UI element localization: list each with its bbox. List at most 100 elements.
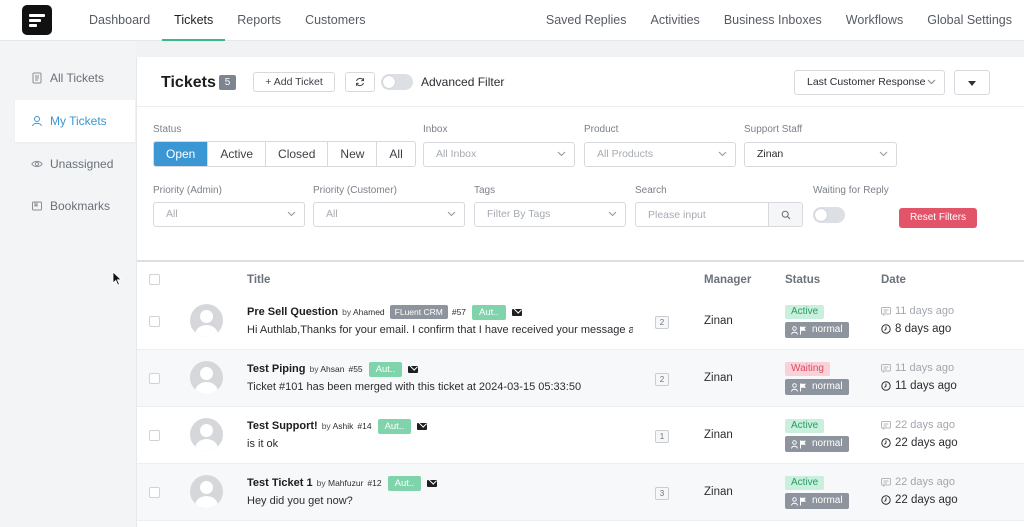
inbox-select-value: All Inbox [436,148,477,160]
priority-badge: normal [785,436,849,452]
nav-activities[interactable]: Activities [638,0,711,41]
row-checkbox[interactable] [149,316,160,327]
avatar [190,304,223,337]
advanced-filter-toggle[interactable] [381,74,413,90]
reply-count-badge: 2 [655,316,669,329]
support-staff-select[interactable]: Zinan [744,142,897,167]
inbox-select[interactable]: All Inbox [423,142,575,167]
bookmark-icon [32,201,42,211]
table-row[interactable]: Test Ticket 1 by Mahfuzur #12 Aut.. Hey … [137,464,1024,521]
nav-saved-replies[interactable]: Saved Replies [534,0,639,41]
created-date: 22 days ago [881,419,955,431]
ticket-title-link[interactable]: Test Ticket 1 [247,477,313,489]
ticket-author: by Ahamed [342,307,385,317]
add-ticket-button[interactable]: + Add Ticket [253,72,335,92]
priority-label: normal [812,495,843,506]
caret-down-icon [968,81,976,86]
refresh-button[interactable] [345,72,375,92]
message-icon [881,477,891,487]
nav-dashboard[interactable]: Dashboard [77,0,162,41]
primary-nav: Dashboard Tickets Reports Customers [77,0,378,41]
created-date: 11 days ago [881,305,954,317]
status-active-button[interactable]: Active [208,142,267,166]
ticket-count-badge: 5 [219,75,236,90]
ticket-number: #57 [451,307,467,317]
sidebar-item-unassigned[interactable]: Unassigned [15,143,135,185]
ticket-tag: Aut.. [472,304,506,320]
sidebar-item-all-tickets[interactable]: All Tickets [15,57,135,99]
tags-select[interactable]: Filter By Tags [474,202,626,227]
table-row[interactable]: Test Piping by Ahsan #55 Aut.. Ticket #1… [137,350,1024,407]
ticket-author: by Mahfuzur [316,478,364,488]
search-input[interactable] [636,203,770,226]
nav-tickets[interactable]: Tickets [162,0,226,41]
ticket-title-line: Test Support! by Ashik #14 Aut.. [247,418,428,434]
ticket-excerpt: Hi Authlab,Thanks for your email. I conf… [247,324,633,336]
ticket-number: #14 [357,421,372,431]
clock-icon [881,381,891,391]
ticket-manager: Zinan [704,486,733,498]
nav-business-inboxes[interactable]: Business Inboxes [712,0,834,41]
status-all-button[interactable]: All [377,142,414,166]
message-icon [881,306,891,316]
sidebar-item-my-tickets[interactable]: My Tickets [15,100,135,142]
priority-customer-select[interactable]: All [313,202,465,227]
clock-icon [881,324,891,334]
chevron-down-icon [608,211,617,217]
status-new-button[interactable]: New [328,142,378,166]
mail-icon [427,479,438,487]
ticket-tag: Aut.. [377,418,412,434]
nav-customers[interactable]: Customers [293,0,377,41]
support-staff-select-value: Zinan [757,148,784,160]
sort-by-value: Last Customer Response [807,76,926,88]
product-select[interactable]: All Products [584,142,736,167]
clock-icon [881,495,891,505]
product-select-value: All Products [597,148,654,160]
search-box [635,202,803,227]
ticket-title-link[interactable]: Pre Sell Question [247,306,338,318]
waiting-for-reply-toggle[interactable] [813,207,845,223]
crm-tag: FLuent CRM [389,305,448,319]
priority-customer-value: All [326,208,338,220]
table-row[interactable]: Pre Sell Question by Ahamed FLuent CRM #… [137,293,1024,350]
ticket-title-link[interactable]: Test Piping [247,363,305,375]
search-filter-label: Search [635,185,667,196]
updated-date: 8 days ago [881,323,951,335]
row-checkbox[interactable] [149,430,160,441]
column-date: Date [881,274,906,286]
sort-by-select[interactable]: Last Customer Response [794,70,945,95]
search-button[interactable] [768,203,802,226]
sort-direction-dropdown[interactable] [954,70,990,95]
avatar [190,418,223,451]
status-badge: Active [785,476,825,490]
table-row[interactable]: Test Support! by Ashik #14 Aut.. is it o… [137,407,1024,464]
sidebar-item-bookmarks[interactable]: Bookmarks [15,185,135,227]
clock-icon [881,438,891,448]
top-navigation: Dashboard Tickets Reports Customers Save… [0,0,1024,41]
ticket-excerpt: is it ok [247,438,279,450]
priority-admin-select[interactable]: All [153,202,305,227]
row-checkbox[interactable] [149,487,160,498]
status-filter-label: Status [153,124,182,135]
waiting-for-reply-label: Waiting for Reply [813,185,889,196]
ticket-title-link[interactable]: Test Support! [247,420,318,432]
status-closed-button[interactable]: Closed [266,142,329,166]
select-all-checkbox[interactable] [149,274,160,285]
row-checkbox[interactable] [149,373,160,384]
nav-global-settings[interactable]: Global Settings [915,0,1024,41]
inbox-filter-label: Inbox [423,124,448,135]
page-title: Tickets [161,74,216,91]
avatar [190,361,223,394]
tags-filter-label: Tags [474,185,496,196]
nav-workflows[interactable]: Workflows [834,0,915,41]
status-badge: Active [785,305,825,319]
status-open-button[interactable]: Open [154,142,209,166]
column-title: Title [247,274,271,286]
status-badge: Active [785,419,825,433]
chevron-down-icon [447,211,456,217]
sidebar-item-label: All Tickets [50,71,105,85]
app-logo-icon[interactable] [22,5,52,35]
nav-reports[interactable]: Reports [225,0,293,41]
reset-filters-button[interactable]: Reset Filters [899,208,977,228]
priority-admin-value: All [166,208,178,220]
